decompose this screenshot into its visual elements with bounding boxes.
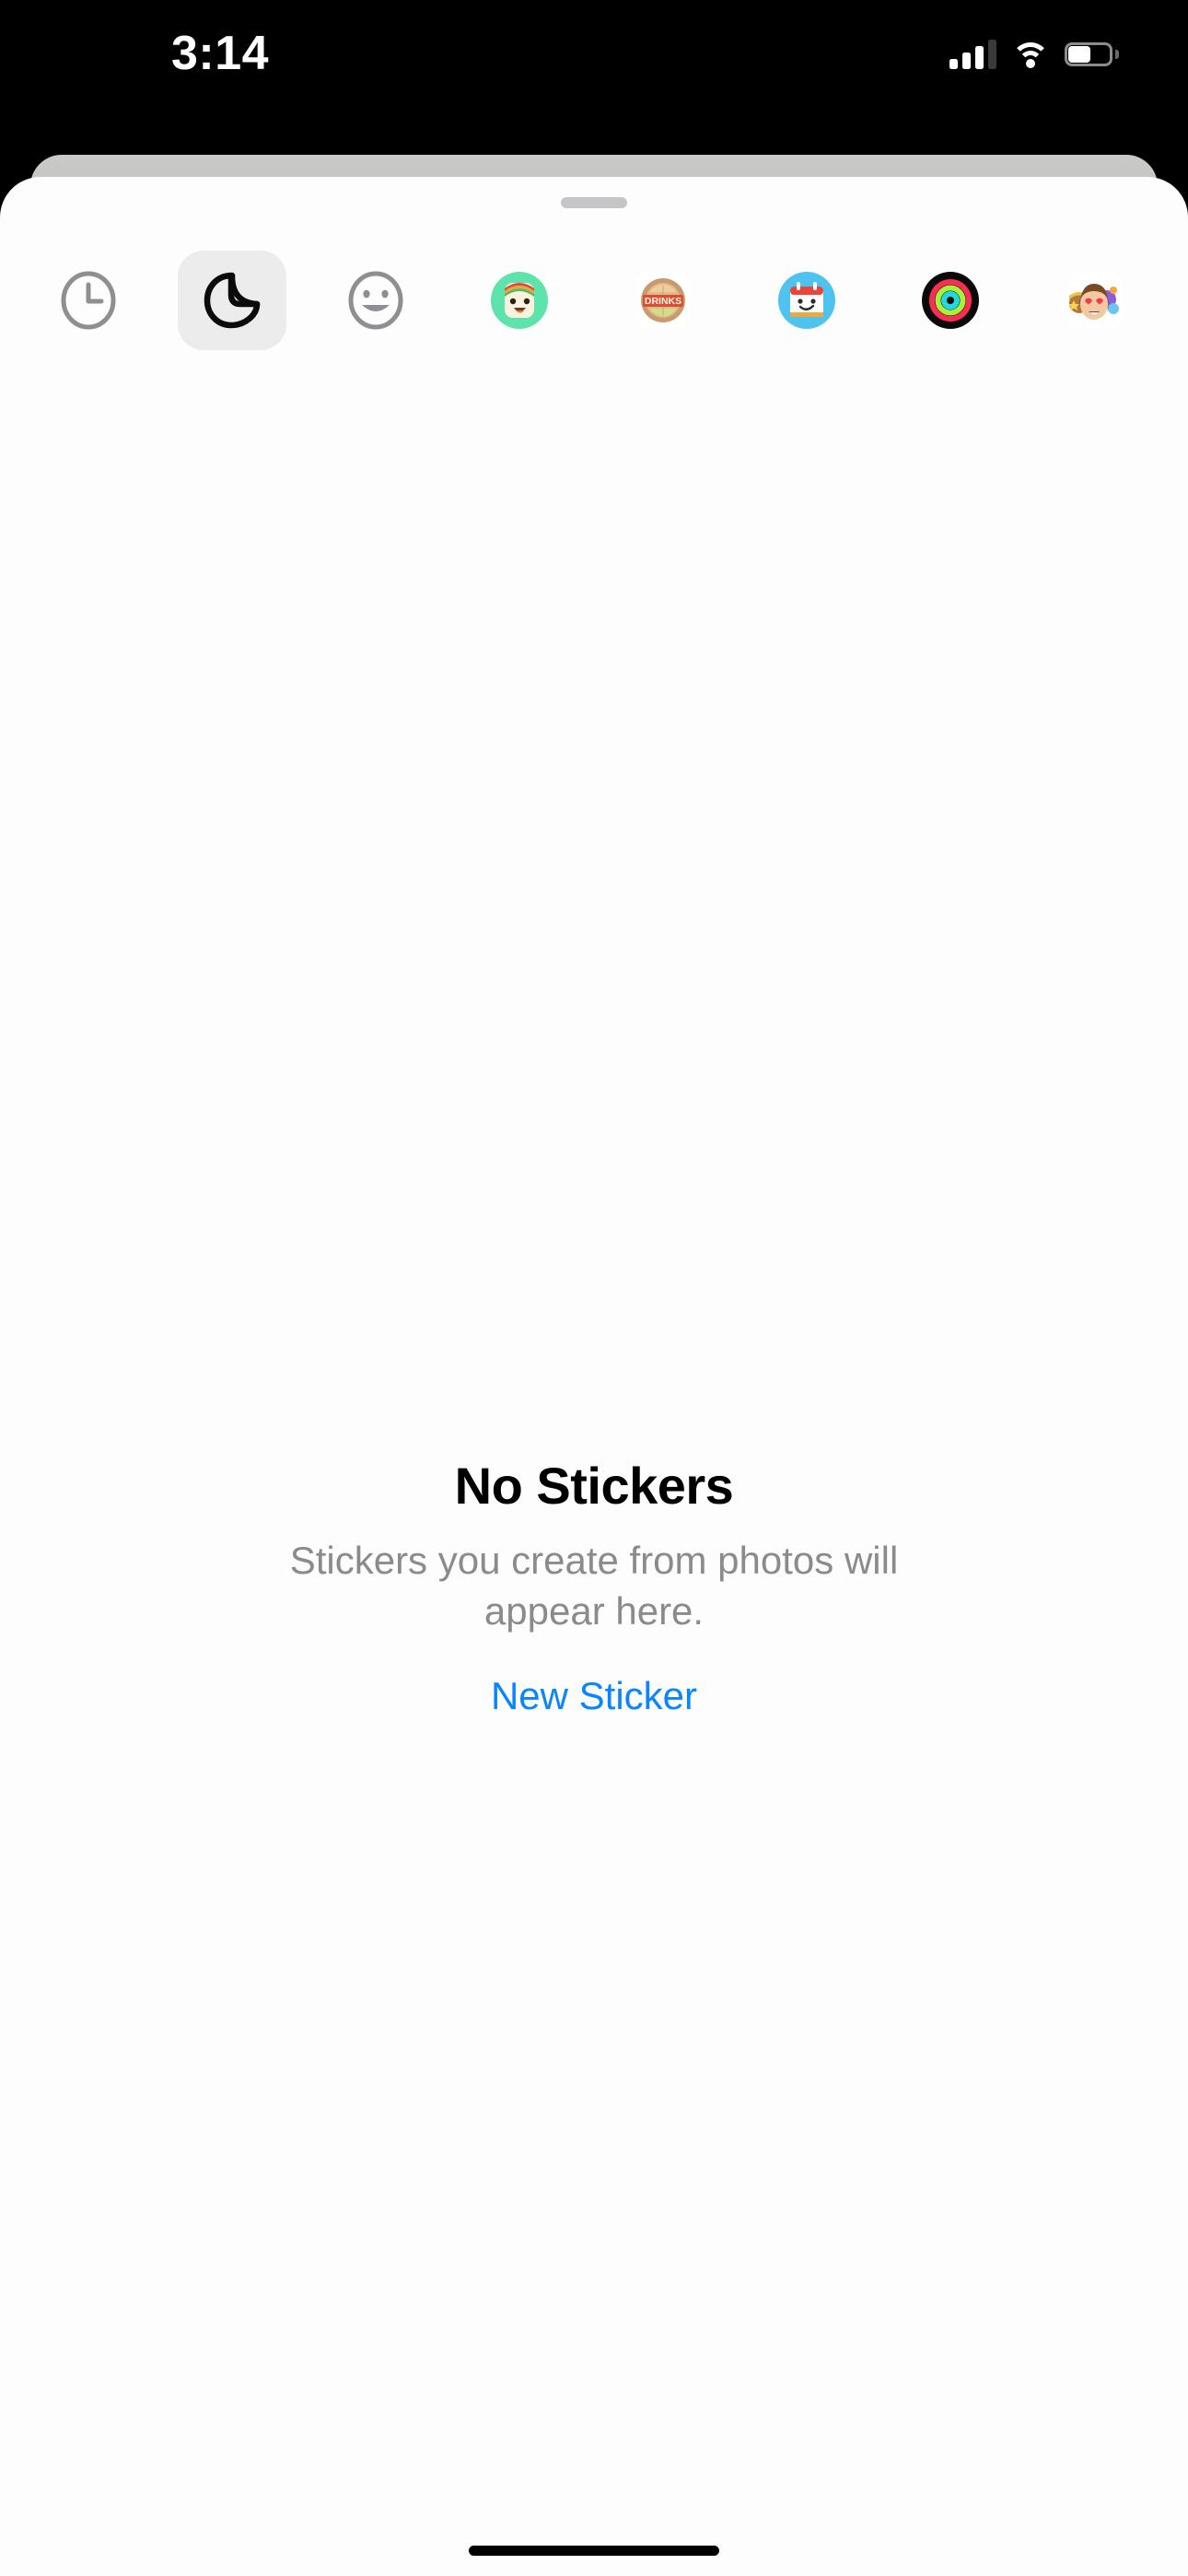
app-drawer-item-memoji[interactable] (448, 249, 591, 352)
app-drawer-item-emoji[interactable] (304, 249, 448, 352)
status-bar-indicators (949, 35, 1119, 74)
sheet-grabber[interactable] (561, 197, 627, 208)
calendar-face-icon (778, 272, 835, 329)
app-drawer-item-calendar[interactable] (735, 249, 879, 352)
drinks-badge-text: DRINKS (645, 296, 681, 307)
status-bar: 3:14 (0, 0, 1188, 157)
app-drawer-item-memojis[interactable] (1022, 249, 1166, 352)
drinks-badge-icon: DRINKS (635, 272, 692, 329)
sticker-peel-icon (204, 272, 261, 329)
empty-state-description: Stickers you create from photos will app… (289, 1538, 899, 1633)
app-drawer-item-drinks[interactable]: DRINKS (591, 249, 735, 352)
new-sticker-button[interactable]: New Sticker (491, 1673, 697, 1719)
memoji-group-icon (1066, 272, 1123, 329)
status-bar-time: 3:14 (171, 27, 270, 80)
cellular-signal-icon (949, 40, 996, 69)
home-indicator[interactable] (469, 2546, 719, 2556)
app-drawer-row[interactable]: DRINKS (0, 249, 1188, 352)
empty-state: No Stickers Stickers you create from pho… (0, 1458, 1188, 1720)
battery-icon (1065, 42, 1119, 66)
smiley-face-icon (348, 271, 403, 330)
activity-rings-icon (922, 272, 979, 329)
app-drawer-item-fitness[interactable] (879, 249, 1022, 352)
sticker-drawer-sheet: DRINKS No Stickers Stickers you create f… (0, 177, 1188, 2576)
app-drawer-item-recents[interactable] (17, 249, 160, 352)
wifi-icon (1011, 40, 1050, 69)
clock-icon (61, 271, 116, 330)
empty-state-title: No Stickers (454, 1457, 734, 1515)
iphone-screen: 3:14 DRINKS No Stickers Stickers you cre… (0, 0, 1188, 2576)
app-drawer-item-stickers[interactable] (178, 251, 286, 350)
memoji-avatar-icon (491, 272, 548, 329)
